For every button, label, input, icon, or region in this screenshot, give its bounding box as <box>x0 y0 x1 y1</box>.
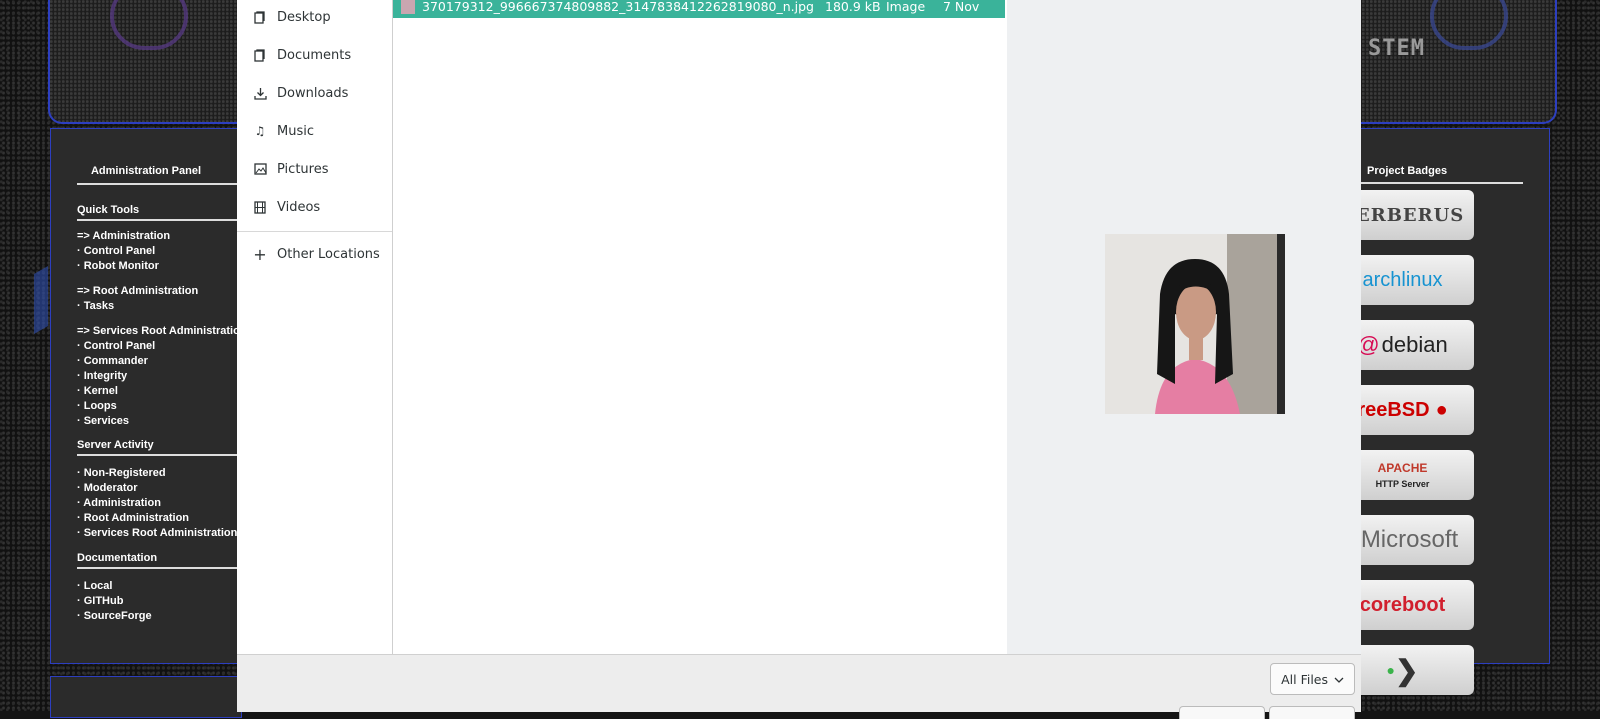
doc-link[interactable]: · Local <box>77 580 112 592</box>
download-icon <box>253 86 267 100</box>
banner-text: STEM <box>1368 36 1425 61</box>
file-row-selected[interactable]: 370179312_996667374809882_31478384122628… <box>393 0 1005 18</box>
place-desktop[interactable]: Desktop <box>237 0 392 36</box>
admin-link[interactable]: · Commander <box>77 355 148 367</box>
daemon-icon: ● <box>1435 398 1448 421</box>
image-preview <box>1105 234 1285 414</box>
file-chooser-dialog: Desktop Documents Downloads ♫ Music Pict… <box>237 0 1361 719</box>
place-videos[interactable]: Videos <box>237 188 392 226</box>
divider <box>77 567 241 569</box>
admin-panel-title: Administration Panel <box>90 165 202 177</box>
activity-link[interactable]: · Services Root Administration <box>77 527 237 539</box>
doc-link[interactable]: · SourceForge <box>77 610 152 622</box>
badge-label: APACHE <box>1377 461 1428 475</box>
documents-folder-icon <box>253 48 267 62</box>
quick-tools-heading: Quick Tools <box>77 204 140 216</box>
decorative-shape <box>34 265 48 335</box>
badge-label: reeBSD <box>1357 398 1430 421</box>
image-file-icon <box>401 0 415 14</box>
file-type: Image <box>886 0 926 14</box>
admin-link[interactable]: => Administration <box>77 230 170 242</box>
divider <box>77 183 241 185</box>
divider <box>77 454 241 456</box>
doc-link[interactable]: · GITHub <box>77 595 123 607</box>
badge-label: Microsoft <box>1360 526 1459 553</box>
admin-link[interactable]: · Robot Monitor <box>77 260 159 272</box>
admin-link[interactable]: · Kernel <box>77 385 118 397</box>
badge-label: coreboot <box>1359 593 1446 616</box>
badge-label: archlinux <box>1362 268 1443 291</box>
preview-pane <box>1007 0 1361 654</box>
place-documents[interactable]: Documents <box>237 36 392 74</box>
plus-icon: + <box>253 244 267 264</box>
activity-link[interactable]: · Administration <box>77 497 161 509</box>
activity-link[interactable]: · Root Administration <box>77 512 189 524</box>
chevron-down-icon <box>1334 672 1344 687</box>
place-label: Other Locations <box>277 246 380 262</box>
admin-link[interactable]: · Loops <box>77 400 117 412</box>
badge-sublabel: HTTP Server <box>1375 479 1430 489</box>
dialog-button-partial[interactable] <box>1179 706 1265 719</box>
activity-link[interactable]: · Moderator <box>77 482 138 494</box>
places-separator <box>237 231 392 232</box>
chevron-right-icon: ❯ <box>1395 654 1419 686</box>
badges-panel-title: Project Badges <box>1367 165 1448 177</box>
place-label: Downloads <box>277 85 349 101</box>
dot-icon: ● <box>1386 662 1395 678</box>
file-list: 370179312_996667374809882_31478384122628… <box>393 0 1005 654</box>
place-label: Desktop <box>277 9 331 25</box>
picture-icon <box>253 162 267 176</box>
file-modified: 7 Nov <box>943 0 980 14</box>
dialog-button-partial[interactable] <box>1269 706 1355 719</box>
admin-link[interactable]: · Control Panel <box>77 245 155 257</box>
activity-link[interactable]: · Non-Registered <box>77 467 166 479</box>
music-note-icon: ♫ <box>254 124 266 138</box>
admin-link[interactable]: · Tasks <box>77 300 114 312</box>
place-pictures[interactable]: Pictures <box>237 150 392 188</box>
administration-panel: Administration Panel Quick Tools => Admi… <box>50 128 247 664</box>
place-other-locations[interactable]: + Other Locations <box>237 235 392 273</box>
admin-link[interactable]: · Services <box>77 415 129 427</box>
film-icon <box>253 200 267 214</box>
filter-label: All Files <box>1281 671 1328 687</box>
server-activity-heading: Server Activity <box>77 439 154 451</box>
places-sidebar: Desktop Documents Downloads ♫ Music Pict… <box>237 0 393 654</box>
admin-link[interactable]: · Control Panel <box>77 340 155 352</box>
project-badges-panel: Project Badges CERBERUS archlinux @ debia… <box>1330 128 1550 695</box>
dialog-footer: All Files <box>237 654 1361 719</box>
place-downloads[interactable]: Downloads <box>237 74 392 112</box>
place-label: Music <box>277 123 314 139</box>
badge-label: debian <box>1381 332 1448 357</box>
lower-panel <box>50 676 242 718</box>
file-size: 180.9 kB <box>825 0 881 14</box>
place-label: Pictures <box>277 161 329 177</box>
file-filter-dropdown[interactable]: All Files <box>1270 663 1355 695</box>
place-label: Documents <box>277 47 352 63</box>
admin-link[interactable]: => Services Root Administration <box>77 325 247 337</box>
logo-ring-decoration <box>110 0 188 50</box>
admin-link[interactable]: · Integrity <box>77 370 127 382</box>
desktop-folder-icon <box>253 10 267 24</box>
divider <box>77 219 241 221</box>
logo-ring-decoration <box>1430 0 1508 50</box>
documentation-heading: Documentation <box>77 552 158 564</box>
file-name: 370179312_996667374809882_31478384122628… <box>422 0 814 14</box>
place-label: Videos <box>277 199 321 215</box>
admin-link[interactable]: => Root Administration <box>77 285 198 297</box>
place-music[interactable]: ♫ Music <box>237 112 392 150</box>
